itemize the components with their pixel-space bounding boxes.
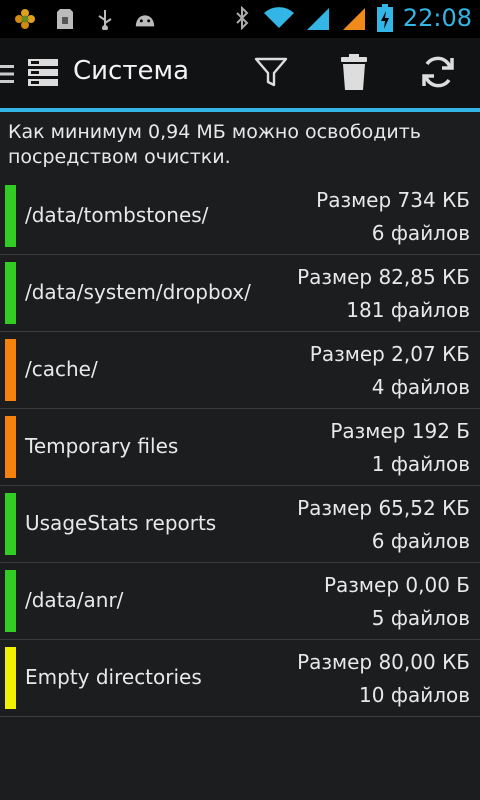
item-path: /cache/	[25, 357, 98, 381]
status-color-bar	[5, 493, 16, 555]
item-path: UsageStats reports	[25, 511, 217, 535]
item-size: Размер 80,00 КБ	[297, 650, 470, 674]
status-color-bar	[5, 416, 16, 478]
status-color-bar	[5, 262, 16, 324]
status-color-bar	[5, 570, 16, 632]
filter-button[interactable]	[249, 52, 293, 96]
action-bar: Система	[0, 38, 480, 108]
item-size: Размер 734 КБ	[316, 188, 470, 212]
list-item[interactable]: /cache/ Размер 2,07 КБ 4 файлов	[0, 332, 480, 409]
list-item[interactable]: UsageStats reports Размер 65,52 КБ 6 фай…	[0, 486, 480, 563]
usb-icon	[94, 8, 116, 30]
sd-card-icon	[54, 8, 76, 30]
up-indicator-icon[interactable]	[0, 64, 14, 84]
item-count: 1 файлов	[371, 452, 470, 476]
list-item[interactable]: Empty directories Размер 80,00 КБ 10 фай…	[0, 640, 480, 717]
action-bar-divider	[0, 108, 480, 112]
item-count: 10 файлов	[359, 683, 470, 707]
system-icons: 22:08	[231, 4, 472, 32]
list-item[interactable]: /data/system/dropbox/ Размер 82,85 КБ 18…	[0, 255, 480, 332]
bluetooth-icon	[231, 6, 253, 30]
status-bar: 22:08	[0, 0, 480, 38]
list-item[interactable]: /data/tombstones/ Размер 734 КБ 6 файлов	[0, 178, 480, 255]
android-debug-icon	[134, 8, 156, 30]
item-size: Размер 192 Б	[330, 419, 470, 443]
status-color-bar	[5, 647, 16, 709]
item-path: /data/tombstones/	[25, 203, 209, 227]
filter-icon	[254, 56, 288, 92]
refresh-button[interactable]	[416, 52, 460, 96]
item-count: 4 файлов	[371, 375, 470, 399]
delete-button[interactable]	[332, 52, 376, 96]
item-size: Размер 65,52 КБ	[297, 496, 470, 520]
signal-icon	[305, 7, 331, 30]
item-path: Empty directories	[25, 665, 202, 689]
item-count: 5 файлов	[371, 606, 470, 630]
notification-icons	[14, 8, 156, 30]
item-size: Размер 0,00 Б	[323, 573, 470, 597]
summary-text: Как минимум 0,94 МБ можно освободить пос…	[8, 121, 422, 168]
cleanup-list: /data/tombstones/ Размер 734 КБ 6 файлов…	[0, 178, 480, 717]
list-item[interactable]: Temporary files Размер 192 Б 1 файлов	[0, 409, 480, 486]
item-size: Размер 2,07 КБ	[309, 342, 470, 366]
status-color-bar	[5, 339, 16, 401]
wifi-icon	[263, 7, 295, 29]
page-title: Система	[73, 56, 190, 86]
list-item[interactable]: /data/anr/ Размер 0,00 Б 5 файлов	[0, 563, 480, 640]
storage-app-icon[interactable]	[26, 56, 60, 90]
trash-icon	[340, 54, 368, 94]
item-count: 6 файлов	[371, 221, 470, 245]
item-count: 181 файлов	[346, 298, 470, 322]
item-path: Temporary files	[25, 434, 179, 458]
item-count: 6 файлов	[371, 529, 470, 553]
item-path: /data/anr/	[25, 588, 124, 612]
refresh-icon	[419, 53, 457, 95]
item-path: /data/system/dropbox/	[25, 280, 251, 304]
status-color-bar	[5, 185, 16, 247]
flower-notification-icon	[14, 8, 36, 30]
clock: 22:08	[402, 4, 472, 32]
item-size: Размер 82,85 КБ	[297, 265, 470, 289]
signal-icon-2	[341, 7, 367, 30]
battery-charging-icon	[376, 4, 393, 32]
